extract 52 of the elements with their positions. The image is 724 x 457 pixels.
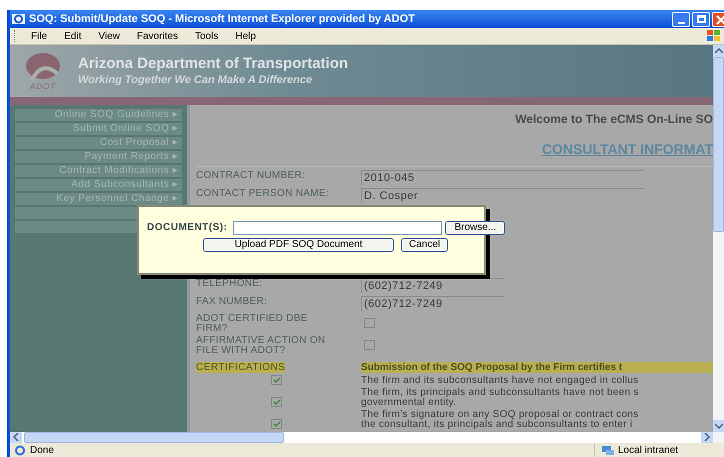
- scroll-down-button[interactable]: [713, 420, 724, 432]
- browse-button[interactable]: Browse...: [445, 220, 506, 234]
- menu-item[interactable]: Favorites: [136, 28, 178, 44]
- certification-text: The firm, its principals and subconsultants have not been s governmental entity.: [361, 388, 639, 408]
- scroll-up-button[interactable]: [713, 45, 724, 57]
- maximize-button[interactable]: [692, 12, 710, 26]
- menu-item[interactable]: Edit: [64, 28, 82, 44]
- horizontal-scroll-thumb[interactable]: [24, 432, 284, 443]
- vertical-scroll-thumb[interactable]: [713, 57, 724, 232]
- network-icon: [601, 444, 615, 456]
- logo-emblem-icon: [24, 52, 62, 82]
- field-label: CONTRACT NUMBER:: [196, 170, 306, 181]
- menu-item[interactable]: Tools: [194, 28, 218, 44]
- document-input-field[interactable]: [233, 220, 442, 234]
- scroll-left-button[interactable]: [10, 432, 22, 443]
- security-zone: Local intranet: [618, 444, 678, 457]
- field-label: FAX NUMBER:: [196, 296, 268, 307]
- welcome-heading: Welcome to The eCMS On-Line SO: [515, 111, 713, 128]
- certification-text: The firm and its subconsultants have not engaged in collus: [361, 376, 639, 386]
- site-title: Arizona Department of Transportation: [78, 55, 348, 73]
- menu-item[interactable]: Help: [235, 28, 256, 44]
- checkbox[interactable]: [364, 340, 375, 350]
- certifications-label: CERTIFICATIONS: [196, 362, 286, 373]
- checkbox[interactable]: [271, 419, 282, 429]
- window-title: SOQ: Submit/Update SOQ - Microsoft Internet Explorer provided by ADOT: [29, 12, 415, 27]
- field-label: AFFIRMATIVE ACTION ON FILE WITH ADOT?: [196, 336, 326, 356]
- cancel-button[interactable]: Cancel: [401, 238, 448, 252]
- scroll-right-button[interactable]: [701, 432, 713, 443]
- site-tagline: Working Together We Can Make A Difference: [78, 73, 314, 87]
- certification-intro: Submission of the SOQ Proposal by the Firm certifies t: [361, 362, 713, 373]
- minimize-button[interactable]: [672, 12, 690, 26]
- page-icon: [14, 444, 26, 456]
- status-text: Done: [30, 444, 54, 457]
- browser-icon: [12, 13, 25, 25]
- field-value[interactable]: 2010-045: [361, 170, 644, 185]
- field-label: CONTACT PERSON NAME:: [196, 188, 330, 199]
- field-value[interactable]: D. Cosper: [361, 188, 644, 203]
- field-label: TELEPHONE:: [196, 278, 264, 289]
- field-value[interactable]: (602)712-7249: [361, 278, 504, 293]
- section-heading: CONSULTANT INFORMAT: [542, 140, 713, 159]
- checkbox[interactable]: [271, 375, 282, 385]
- document-label: DOCUMENT(S):: [147, 221, 228, 235]
- windows-logo-icon: [706, 29, 722, 43]
- checkbox[interactable]: [271, 397, 282, 407]
- field-value[interactable]: (602)712-7249: [361, 296, 504, 311]
- menu-item[interactable]: View: [98, 28, 120, 44]
- upload-button[interactable]: Upload PDF SOQ Document: [203, 238, 394, 252]
- checkbox[interactable]: [364, 318, 375, 328]
- adot-logo: ADOT: [16, 52, 70, 90]
- certification-text: The firm’s signature on any SOQ proposal or contract cons the consultant, its principals and subconsultants to enter i: [361, 410, 639, 430]
- menu-item[interactable]: File: [31, 28, 48, 44]
- field-label: ADOT CERTIFIED DBE FIRM?: [196, 314, 309, 334]
